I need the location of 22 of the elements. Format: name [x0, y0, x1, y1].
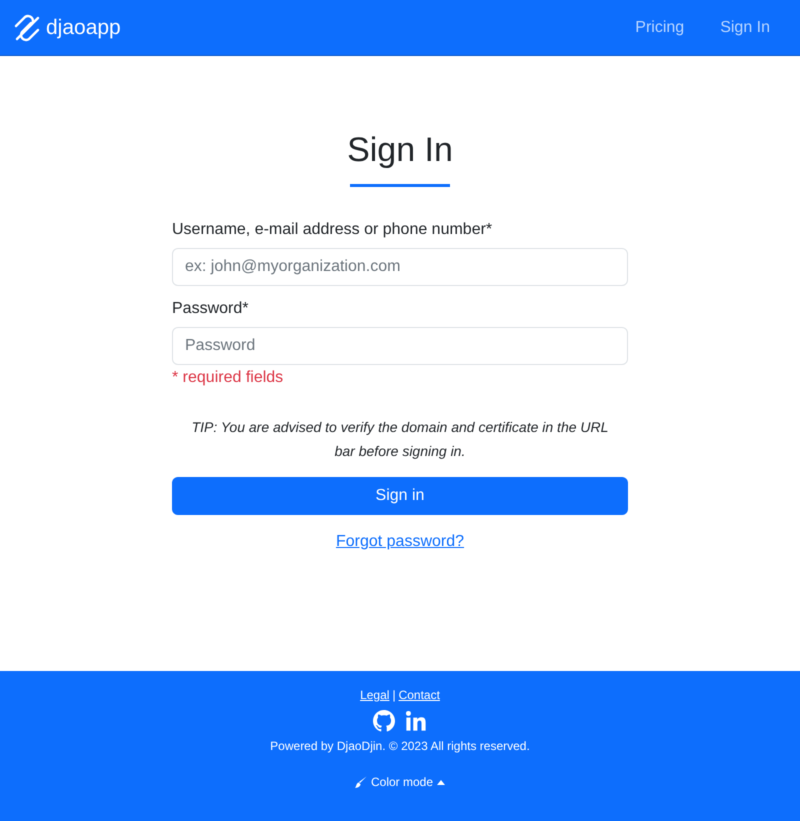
nav-link[interactable]: Pricing — [635, 18, 684, 36]
page-title: Sign In — [347, 130, 453, 171]
tip-text: TIP: You are advised to verify the domain and certificate in the URL bar before signing in. — [190, 418, 610, 461]
forgot-password-link[interactable]: Forgot password? — [336, 533, 464, 550]
username-field[interactable]: ex: john@myorganization.com — [172, 248, 628, 286]
nav-link[interactable]: Sign In — [720, 18, 770, 36]
linkedin-icon[interactable] — [405, 710, 427, 732]
footer-link[interactable]: Legal — [360, 688, 390, 702]
field-label: Username, e-mail address or phone number* — [172, 221, 494, 239]
link-separator: | — [392, 688, 396, 702]
github-icon[interactable] — [373, 710, 395, 732]
caret-icon — [437, 780, 446, 784]
password-field[interactable]: Password — [172, 327, 628, 365]
copyright-text: Powered by DjaoDjin. © 2023 All rights reserved. — [270, 739, 530, 753]
required-note: * required fields — [172, 369, 284, 387]
sign-in-button[interactable]: Sign in — [172, 477, 628, 515]
brush-icon — [354, 776, 367, 788]
footer-link[interactable]: Contact — [398, 688, 440, 702]
brand-link[interactable]: djaoapp — [12, 12, 121, 42]
field-label: Password* — [172, 300, 250, 318]
color-mode-button[interactable]: Color mode — [354, 775, 446, 789]
logo-icon — [12, 12, 42, 42]
